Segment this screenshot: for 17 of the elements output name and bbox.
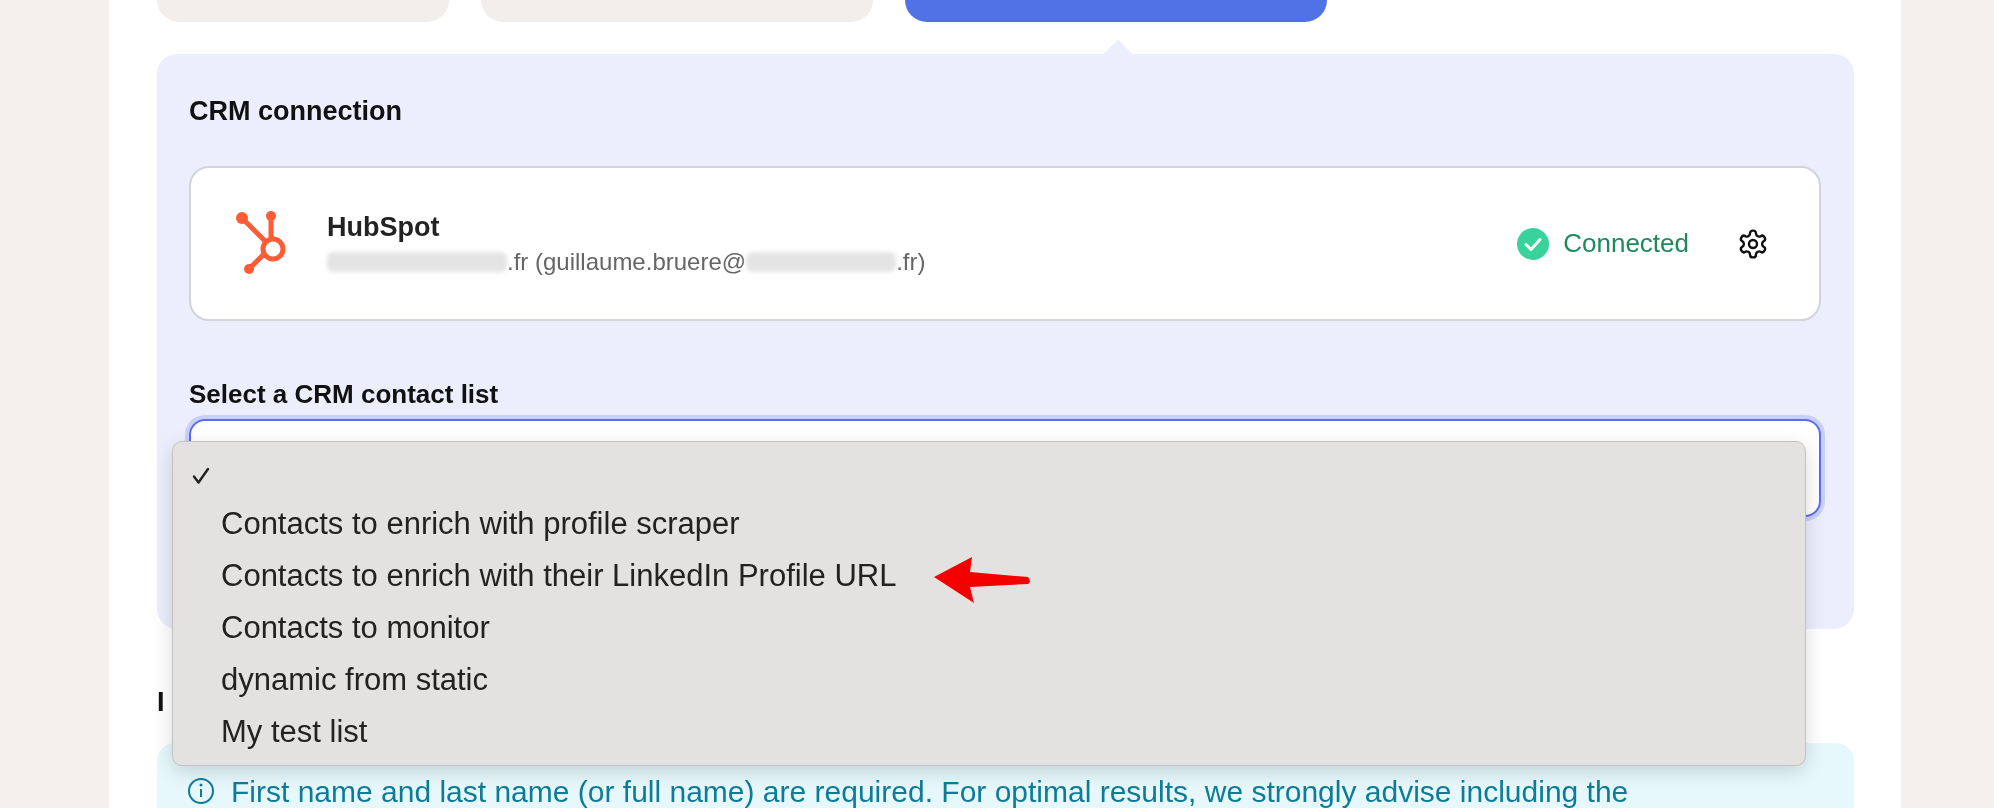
menu-option[interactable]: Contacts to monitor [173, 602, 1805, 654]
field-label: Select a CRM contact list [189, 378, 500, 411]
account-detail-end: .fr) [896, 246, 926, 277]
section-title: CRM connection [189, 95, 403, 128]
arrow-icon [932, 555, 1032, 605]
menu-option[interactable]: Contacts to enrich with their LinkedIn Profile URL [173, 550, 1805, 602]
account-name: HubSpot [327, 210, 441, 244]
section-title: I [157, 686, 165, 719]
info-icon [187, 777, 215, 805]
account-detail: .fr (guillaume.bruere@ [507, 246, 747, 277]
tab[interactable] [905, 0, 1327, 22]
settings-icon[interactable] [1737, 227, 1769, 260]
menu-option[interactable]: dynamic from static [173, 654, 1805, 706]
menu-option[interactable]: Contacts to enrich with profile scraper [173, 498, 1805, 550]
info-text: First name and last name (or full name) are required. For optimal results, we strongly advise including the [231, 777, 1629, 807]
menu-option[interactable]: My test list [173, 706, 1805, 758]
connection-status: Connected [1563, 227, 1689, 260]
